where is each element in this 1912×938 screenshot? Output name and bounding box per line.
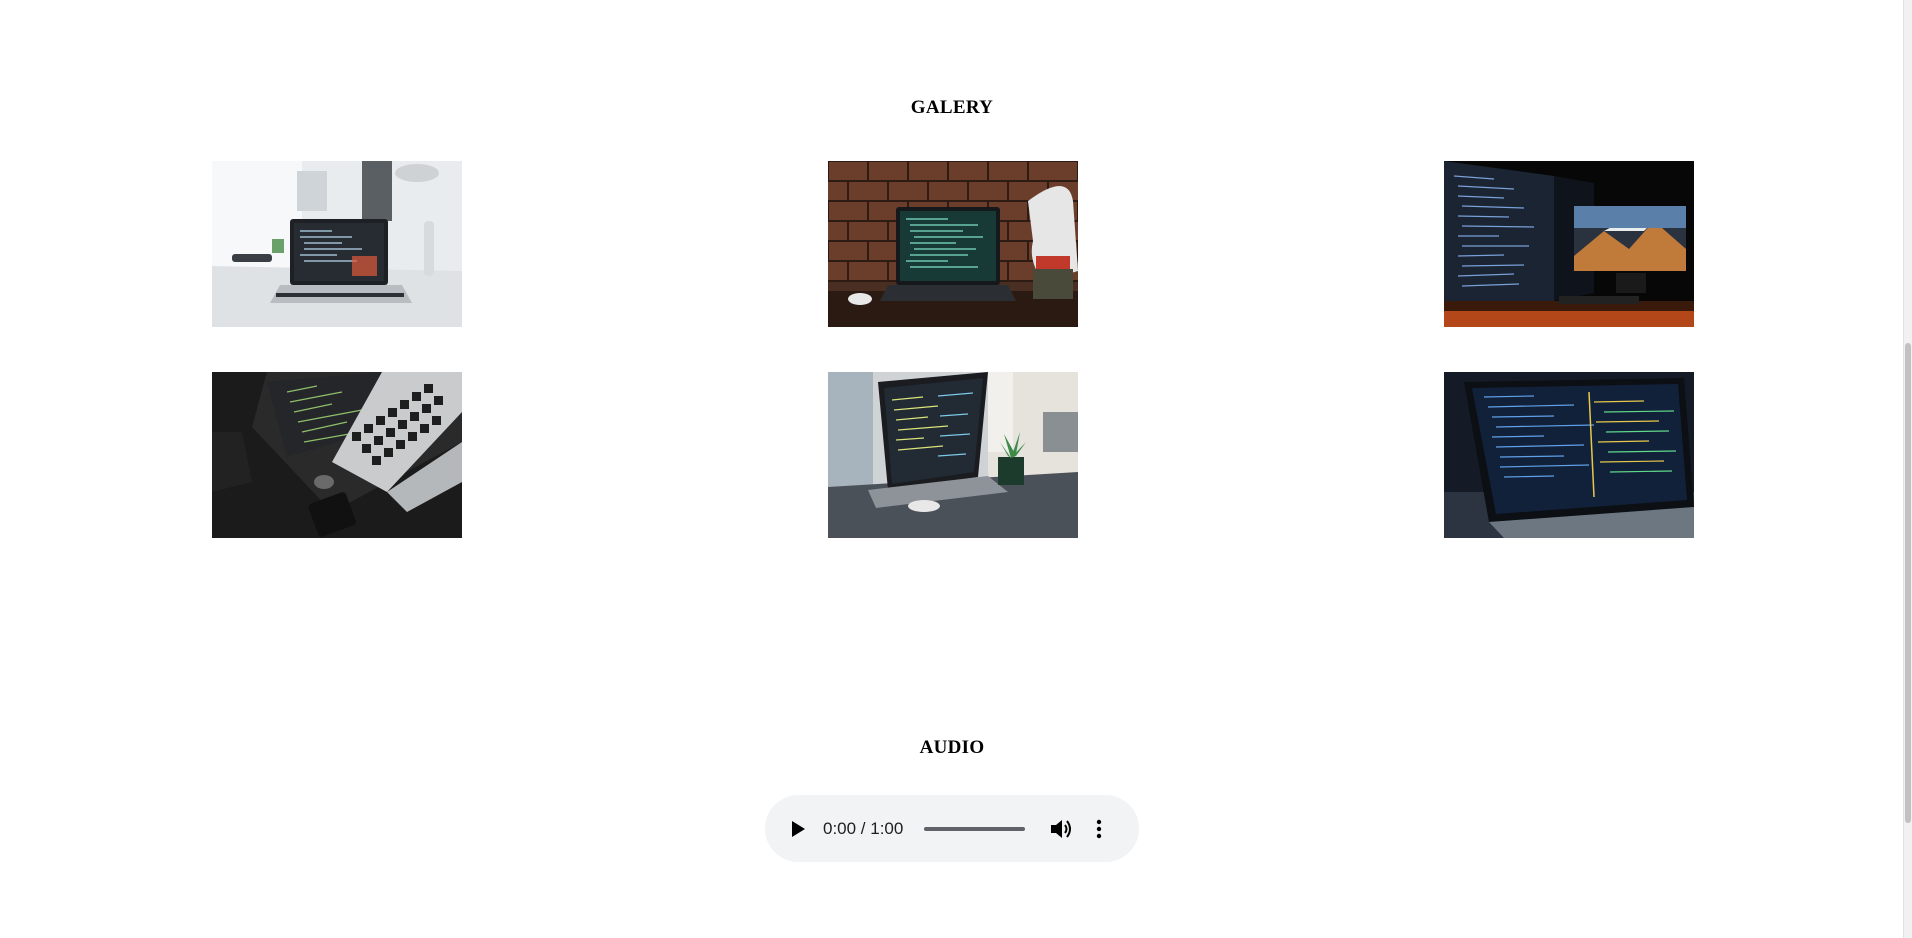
gallery-image-4[interactable] xyxy=(212,372,462,538)
volume-icon xyxy=(1051,819,1072,838)
vertical-scrollbar[interactable] xyxy=(1903,0,1912,938)
mute-button[interactable] xyxy=(1047,814,1077,844)
audio-progress-slider[interactable] xyxy=(924,826,1026,831)
gallery-title: GALERY xyxy=(910,97,994,118)
audio-player[interactable]: 0:00 / 1:00 xyxy=(765,795,1139,862)
more-vert-icon xyxy=(1097,819,1102,838)
gallery-image-3[interactable] xyxy=(1444,161,1694,327)
audio-time-display: 0:00 / 1:00 xyxy=(823,818,904,838)
play-button[interactable] xyxy=(783,814,813,844)
gallery-image-2[interactable] xyxy=(828,161,1078,327)
gallery-image-1[interactable] xyxy=(212,161,462,327)
gallery-image-5[interactable] xyxy=(828,372,1078,538)
scrollbar-thumb[interactable] xyxy=(1905,343,1911,823)
gallery-image-6[interactable] xyxy=(1444,372,1694,538)
more-options-button[interactable] xyxy=(1087,814,1111,844)
page: GALERY AUDIO 0:00 / 1:00 xyxy=(0,0,1912,938)
play-icon xyxy=(792,820,805,837)
audio-title: AUDIO xyxy=(919,737,985,758)
